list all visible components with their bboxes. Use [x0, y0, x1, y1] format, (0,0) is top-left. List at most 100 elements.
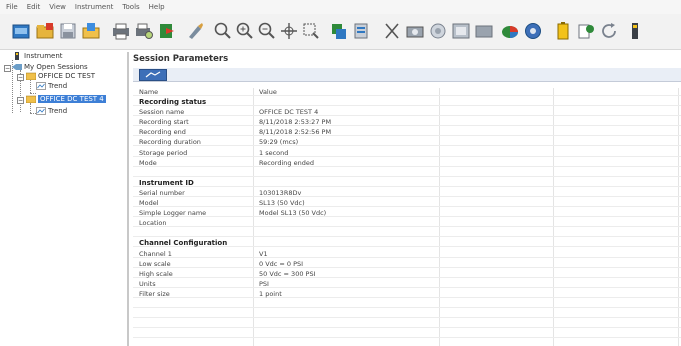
- table-row: [133, 229, 681, 238]
- tree-my-open-sessions-label: My Open Sessions: [24, 63, 88, 71]
- session-tree: Instrument − My Open Sessions − OFFICE D…: [4, 52, 129, 346]
- param-value: 103013R8Dv: [259, 188, 302, 197]
- param-value: 8/11/2018 2:53:27 PM: [259, 118, 332, 127]
- expand-session1-toggle[interactable]: −: [17, 74, 24, 81]
- menu-bar: File Edit View Instrument Tools Help: [0, 0, 681, 14]
- param-name: Session name: [139, 108, 185, 117]
- table-row: Mode Recording ended: [133, 159, 681, 167]
- tools-icon[interactable]: [184, 20, 206, 42]
- param-value: 1 second: [259, 148, 289, 157]
- param-value: PSI: [259, 279, 269, 288]
- param-name: Recording start: [139, 118, 189, 127]
- param-value: 59:29 (mcs): [259, 138, 299, 147]
- param-name: Storage period: [139, 148, 188, 157]
- param-name: Channel Configuration: [139, 239, 228, 248]
- toolbar: [0, 14, 681, 50]
- table-row: Recording start 8/11/2018 2:53:27 PM: [133, 118, 681, 127]
- table-row: Storage period 1 second: [133, 149, 681, 157]
- zoom-in-icon[interactable]: [234, 20, 256, 42]
- param-name: Model: [139, 199, 159, 207]
- battery-icon[interactable]: [552, 20, 574, 42]
- folder-open-icon[interactable]: [80, 20, 102, 42]
- export-icon[interactable]: [156, 20, 178, 42]
- param-value: V1: [259, 249, 268, 258]
- save-icon[interactable]: [57, 20, 79, 42]
- cut-icon[interactable]: [381, 20, 403, 42]
- chart-icon[interactable]: [499, 20, 521, 42]
- zoom-icon[interactable]: [212, 20, 234, 42]
- table-row: [133, 310, 681, 319]
- menu-help[interactable]: Help: [149, 3, 165, 11]
- parameters-icon: [145, 71, 161, 78]
- table-row: [133, 300, 681, 308]
- menu-view[interactable]: View: [49, 3, 66, 11]
- tree-session-office-dc-test[interactable]: OFFICE DC TEST: [25, 72, 96, 81]
- table-row: Session name OFFICE DC TEST 4: [133, 108, 681, 117]
- table-row: Recording duration 59:29 (mcs): [133, 138, 681, 147]
- display-icon[interactable]: [450, 20, 472, 42]
- new-session-icon[interactable]: [10, 20, 32, 42]
- tree-session2-trend-label: Trend: [48, 107, 68, 115]
- table-row: Channel 1 V1: [133, 250, 681, 258]
- param-name: Instrument ID: [139, 178, 194, 187]
- table-row: Filter size 1 point: [133, 290, 681, 298]
- zoom-area-icon[interactable]: [300, 20, 322, 42]
- monitor-icon[interactable]: [473, 20, 495, 42]
- param-name: Recording duration: [139, 138, 201, 147]
- tree-instrument[interactable]: Instrument: [12, 52, 63, 60]
- param-name: Serial number: [139, 188, 185, 197]
- expand-session2-toggle[interactable]: −: [17, 97, 24, 104]
- param-name: Channel 1: [139, 249, 172, 258]
- parameters-tab[interactable]: [139, 69, 167, 81]
- page-title: Session Parameters: [133, 54, 229, 64]
- menu-file[interactable]: File: [6, 3, 18, 11]
- table-row: Model SL13 (50 Vdc): [133, 199, 681, 207]
- zoom-out-icon[interactable]: [256, 20, 278, 42]
- tree-session-office-dc-test-4[interactable]: OFFICE DC TEST 4: [25, 95, 106, 104]
- param-name: Recording end: [139, 128, 186, 137]
- menu-tools[interactable]: Tools: [122, 3, 139, 11]
- param-name: Simple Logger name: [139, 209, 207, 218]
- param-name: Low scale: [139, 259, 171, 268]
- param-value: Recording ended: [259, 158, 314, 167]
- param-value: 8/11/2018 2:52:56 PM: [259, 128, 332, 137]
- tree-session2-trend[interactable]: Trend: [36, 107, 67, 115]
- header-value: Value: [259, 88, 277, 96]
- menu-instrument[interactable]: Instrument: [75, 3, 114, 11]
- section-header: Instrument ID: [133, 179, 681, 187]
- table-header: Name Value: [133, 88, 681, 96]
- tree-session1-trend[interactable]: Trend: [36, 82, 67, 90]
- tree-session1-label: OFFICE DC TEST: [38, 72, 96, 80]
- table-row: [133, 169, 681, 177]
- open-folder-icon[interactable]: [34, 20, 56, 42]
- camera-icon[interactable]: [404, 20, 426, 42]
- settings-icon[interactable]: [522, 20, 544, 42]
- section-header: Channel Configuration: [133, 239, 681, 248]
- table-row: Low scale 0 Vdc = 0 PSI: [133, 260, 681, 268]
- table-row: Location: [133, 219, 681, 228]
- table-row: Serial number 103013R8Dv: [133, 189, 681, 197]
- param-name: Filter size: [139, 289, 170, 298]
- device-icon[interactable]: [624, 20, 646, 42]
- param-value: 1 point: [259, 289, 282, 298]
- tree-my-open-sessions[interactable]: My Open Sessions: [12, 63, 88, 71]
- menu-edit[interactable]: Edit: [27, 3, 41, 11]
- print-icon[interactable]: [110, 20, 132, 42]
- instrument-icon: [12, 52, 22, 60]
- tree-session2-label: OFFICE DC TEST 4: [38, 95, 106, 103]
- table-row: Units PSI: [133, 280, 681, 288]
- session-parameters-panel: Session Parameters Name Value Recording …: [133, 52, 681, 346]
- instrument-icon[interactable]: [328, 20, 350, 42]
- tree-instrument-label: Instrument: [24, 52, 63, 60]
- table-row: [133, 330, 681, 339]
- zoom-fit-icon[interactable]: [278, 20, 300, 42]
- expand-sessions-toggle[interactable]: −: [4, 65, 11, 72]
- report-icon[interactable]: [575, 20, 597, 42]
- refresh-icon[interactable]: [598, 20, 620, 42]
- print-preview-icon[interactable]: [133, 20, 155, 42]
- trend-icon: [36, 82, 46, 90]
- param-value: SL13 (50 Vdc): [259, 199, 305, 207]
- instrument-settings-icon[interactable]: [351, 20, 373, 42]
- record-icon[interactable]: [427, 20, 449, 42]
- table-row: Recording end 8/11/2018 2:52:56 PM: [133, 128, 681, 137]
